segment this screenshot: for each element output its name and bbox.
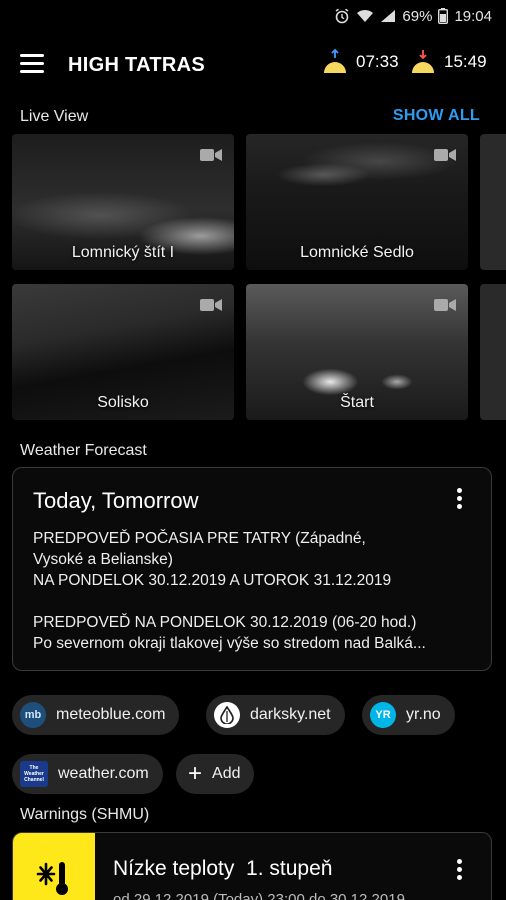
source-chip-label: weather.com xyxy=(58,765,149,782)
camera-label: Lomnický štít I xyxy=(71,244,175,261)
yr-logo-icon: YR xyxy=(370,702,396,728)
warning-card[interactable]: Nízke teploty 1. stupeň od 29.12.2019 (T… xyxy=(12,832,492,900)
wifi-icon xyxy=(356,9,374,23)
battery-percent: 69% xyxy=(402,7,433,25)
sunset-icon xyxy=(412,50,434,73)
battery-icon xyxy=(438,8,449,24)
camera-label: Lomnické Sedlo xyxy=(300,244,414,261)
live-view-heading: Live View xyxy=(20,108,89,125)
video-camera-icon xyxy=(200,148,222,167)
add-source-label: Add xyxy=(212,765,241,782)
alarm-icon xyxy=(334,8,350,24)
status-bar: 69% 19:04 xyxy=(0,0,506,32)
forecast-card-title: Today, Tomorrow xyxy=(33,488,199,513)
forecast-text: PREDPOVEĎ POČASIA PRE TATRY (Západné, Vy… xyxy=(33,528,473,654)
warnings-heading: Warnings (SHMU) xyxy=(20,806,150,823)
sunrise-icon xyxy=(324,48,346,73)
forecast-line: NA PONDELOK 30.12.2019 A UTOROK 31.12.20… xyxy=(33,572,392,589)
source-chip-meteoblue[interactable]: mb meteoblue.com xyxy=(12,695,180,735)
source-chip-weather-com[interactable]: The Weather Channel weather.com xyxy=(12,754,163,794)
app-bar: HIGH TATRAS 07:33 15:49 xyxy=(0,38,506,92)
video-camera-icon xyxy=(200,298,222,317)
forecast-line: PREDPOVEĎ POČASIA PRE TATRY (Západné, xyxy=(33,530,366,547)
forecast-line: Po severnom okraji tlakovej výše so stre… xyxy=(33,635,426,652)
warning-badge xyxy=(13,833,95,900)
camera-tile-lomnicke-sedlo[interactable]: Lomnické Sedlo xyxy=(246,134,468,270)
sunset-time: 15:49 xyxy=(444,52,487,71)
signal-icon xyxy=(380,9,396,23)
sunset-info: 15:49 xyxy=(410,48,487,76)
weather-channel-logo-icon: The Weather Channel xyxy=(20,761,48,787)
camera-tile-start[interactable]: Štart xyxy=(246,284,468,420)
page-title: HIGH TATRAS xyxy=(68,54,205,76)
sunrise-info: 07:33 xyxy=(322,48,399,76)
source-chip-label: yr.no xyxy=(406,706,441,723)
plus-icon: + xyxy=(188,760,203,787)
camera-tile-peek[interactable] xyxy=(480,284,506,420)
forecast-card[interactable]: Today, Tomorrow PREDPOVEĎ POČASIA PRE TA… xyxy=(12,467,492,671)
darksky-logo-icon xyxy=(214,702,240,728)
clock: 19:04 xyxy=(454,7,492,25)
camera-label: Štart xyxy=(340,394,374,411)
more-options-icon[interactable] xyxy=(457,488,463,512)
source-chip-darksky[interactable]: darksky.net xyxy=(206,695,345,735)
source-chip-label: meteoblue.com xyxy=(56,706,166,723)
video-camera-icon xyxy=(434,298,456,317)
source-chip-label: darksky.net xyxy=(250,706,331,723)
video-camera-icon xyxy=(434,148,456,167)
menu-button[interactable] xyxy=(20,54,46,76)
warning-period: od 29.12.2019 (Today) 23:00 do 30.12.201… xyxy=(113,891,405,900)
add-source-button[interactable]: + Add xyxy=(176,754,255,794)
weather-forecast-heading: Weather Forecast xyxy=(20,442,147,459)
low-temperature-icon xyxy=(36,862,68,895)
sunrise-time: 07:33 xyxy=(356,52,399,71)
forecast-line: Vysoké a Belianske) xyxy=(33,551,173,568)
more-options-icon[interactable] xyxy=(457,859,463,883)
forecast-line: PREDPOVEĎ NA PONDELOK 30.12.2019 (06-20 … xyxy=(33,614,417,631)
camera-tile-peek[interactable] xyxy=(480,134,506,270)
camera-tile-solisko[interactable]: Solisko xyxy=(12,284,234,420)
warning-title: Nízke teploty 1. stupeň xyxy=(113,857,333,880)
meteoblue-logo-icon: mb xyxy=(20,702,46,728)
source-chip-yr[interactable]: YR yr.no xyxy=(362,695,455,735)
camera-label: Solisko xyxy=(97,394,149,411)
show-all-button[interactable]: SHOW ALL xyxy=(393,107,480,125)
camera-tile-lomnicky-stit[interactable]: Lomnický štít I xyxy=(12,134,234,270)
